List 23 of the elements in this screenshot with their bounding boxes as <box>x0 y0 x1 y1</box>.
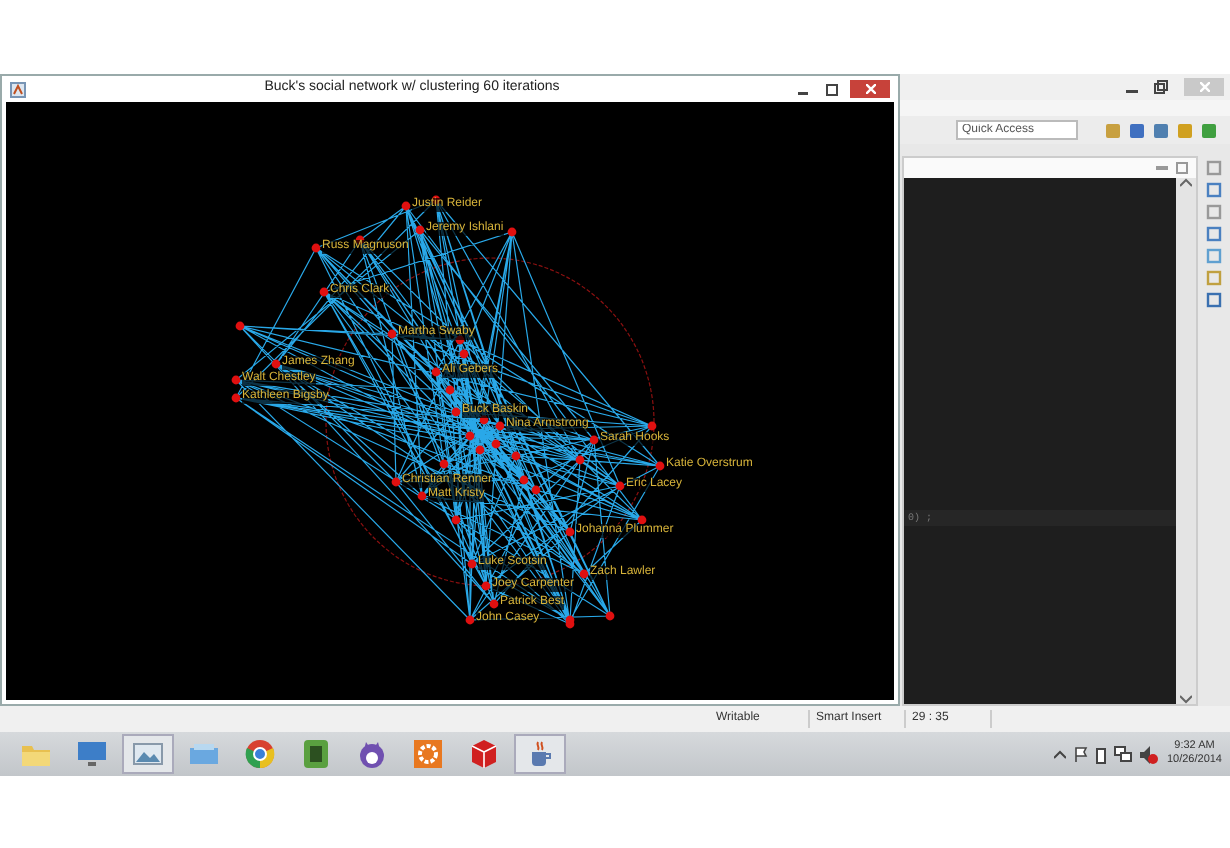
gear-icon <box>412 738 444 770</box>
picture-icon <box>132 738 164 770</box>
scroll-down-icon[interactable] <box>1180 694 1192 704</box>
close-button[interactable] <box>850 80 890 98</box>
speaker-muted-icon[interactable] <box>1140 745 1159 763</box>
scroll-up-icon[interactable] <box>1180 178 1192 188</box>
battery-icon[interactable] <box>1096 745 1107 763</box>
taskbar-button[interactable] <box>122 734 174 774</box>
taskbar-button[interactable] <box>514 734 566 774</box>
flag-icon[interactable] <box>1074 746 1089 762</box>
maximize-icon[interactable] <box>826 83 838 95</box>
cat-icon <box>356 738 388 770</box>
notebook-icon <box>300 738 332 770</box>
monitor-icon <box>76 738 108 770</box>
browser-icon <box>244 738 276 770</box>
app-icon <box>10 81 26 97</box>
close-icon <box>865 84 875 94</box>
restore-icon[interactable] <box>1154 80 1168 94</box>
close-icon <box>1199 82 1209 92</box>
network-icon[interactable] <box>1114 746 1133 762</box>
scrollbar[interactable] <box>1176 178 1196 704</box>
folder-icon <box>188 738 220 770</box>
cube-icon <box>468 738 500 770</box>
